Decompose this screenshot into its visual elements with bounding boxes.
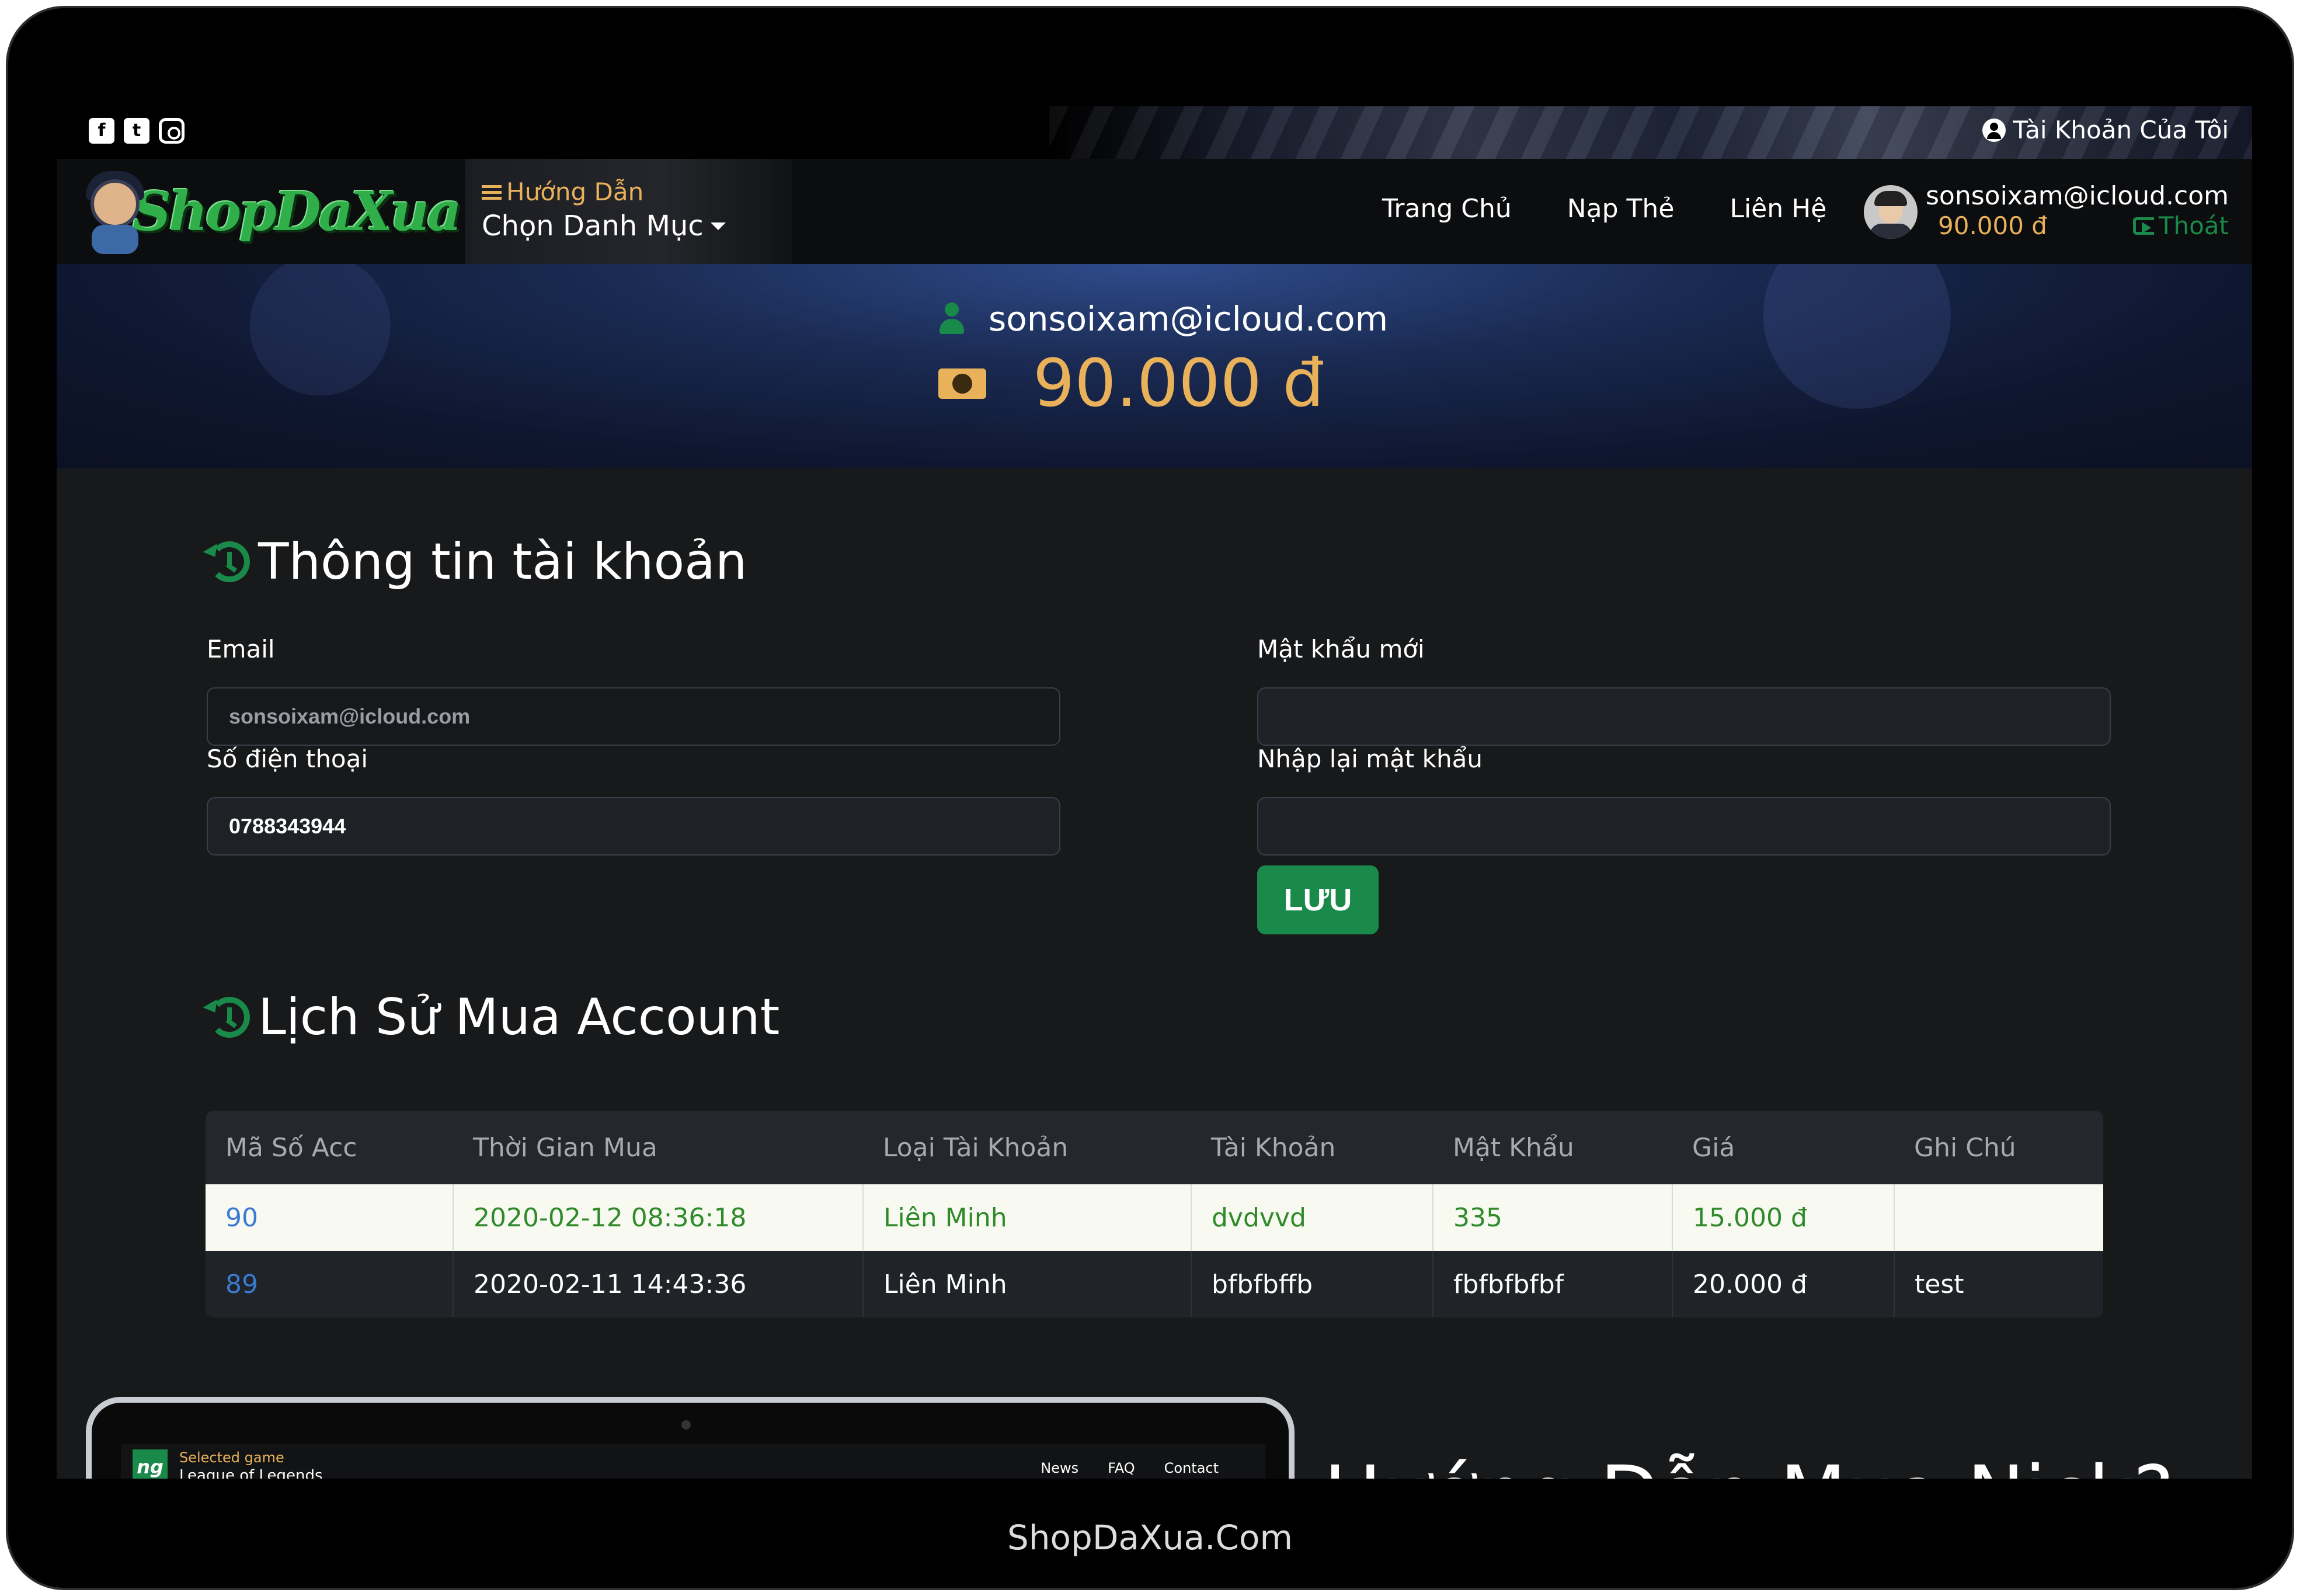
table-cell: dvdvvd — [1191, 1184, 1433, 1251]
column-header: Tài Khoản — [1191, 1111, 1433, 1184]
table-header-row: Mã Số Acc Thời Gian Mua Loại Tài Khoản T… — [206, 1111, 2103, 1184]
device-caption: ShopDaXua.Com — [1007, 1518, 1293, 1557]
preview-nav: News FAQ Contact — [1041, 1460, 1219, 1476]
new-password-label: Mật khẩu mới — [1257, 635, 1425, 663]
my-account-label: Tài Khoản Của Tôi — [2013, 116, 2229, 144]
my-account-link[interactable]: Tài Khoản Của Tôi — [1982, 116, 2229, 144]
purchase-history-title: Lịch Sử Mua Account — [203, 988, 780, 1046]
preview-menu: Selected game — [179, 1449, 284, 1466]
instagram-icon[interactable] — [159, 118, 185, 144]
table-cell: 20.000 đ — [1672, 1251, 1894, 1317]
banner-balance-amount: 90.000 đ — [1033, 346, 1324, 422]
category-dropdown[interactable]: Chọn Danh Mục — [482, 210, 792, 242]
avatar[interactable] — [1864, 185, 1918, 239]
banner-email: sonsoixam@icloud.com — [989, 299, 1389, 339]
header-user-email: sonsoixam@icloud.com — [1926, 181, 2229, 211]
top-bar: f t Tài Khoản Của Tôi — [57, 106, 2252, 159]
camera-dot — [681, 1420, 691, 1430]
site-logo[interactable]: ShopDaXua — [80, 159, 462, 264]
nav-home[interactable]: Trang Chủ — [1382, 194, 1512, 224]
history-icon — [203, 538, 253, 586]
confirm-password-field[interactable] — [1257, 797, 2111, 856]
history-icon — [203, 993, 253, 1041]
preview-screen: ng Selected game League of Legends News … — [121, 1444, 1265, 1479]
table-cell: 335 — [1432, 1184, 1672, 1251]
acc-id-link[interactable]: 90 — [206, 1184, 453, 1251]
table-cell: fbfbfbfbf — [1432, 1251, 1672, 1317]
bars-icon — [482, 184, 502, 200]
preview-nav-item: FAQ — [1108, 1460, 1135, 1476]
purchase-history-table: Mã Số Acc Thời Gian Mua Loại Tài Khoản T… — [206, 1111, 2103, 1317]
table-cell: Liên Minh — [862, 1251, 1191, 1317]
column-header: Giá — [1672, 1111, 1894, 1184]
profile-banner: sonsoixam@icloud.com 90.000 đ — [57, 264, 2252, 468]
table-cell: 2020-02-11 14:43:36 — [453, 1251, 863, 1317]
table-row: 89 2020-02-11 14:43:36 Liên Minh bfbfbff… — [206, 1251, 2103, 1317]
guide-heading: Hướng Dẫn Mua Nick? — [1324, 1449, 2174, 1479]
header-user-balance: 90.000 đ — [1938, 211, 2047, 240]
column-header: Loại Tài Khoản — [863, 1111, 1191, 1184]
category-dropdown-label: Chọn Danh Mục — [482, 210, 704, 242]
banner-user: sonsoixam@icloud.com — [938, 299, 1388, 339]
sign-out-icon — [2132, 217, 2154, 235]
phone-field[interactable] — [207, 797, 1060, 856]
caret-down-icon — [710, 222, 726, 230]
category-menu-box: Hướng Dẫn Chọn Danh Mục — [465, 159, 792, 264]
table-cell: bfbfbffb — [1191, 1251, 1433, 1317]
device-frame: f t Tài Khoản Của Tôi ShopDaXua Hướng Dẫ… — [6, 6, 2294, 1590]
phone-label: Số điện thoại — [207, 745, 368, 773]
confirm-password-label: Nhập lại mật khẩu — [1257, 745, 1483, 773]
tutorial-preview-image: ng Selected game League of Legends News … — [86, 1397, 1295, 1479]
user-circle-icon — [1982, 118, 2006, 142]
money-icon — [938, 368, 986, 399]
purchase-history-title-text: Lịch Sử Mua Account — [258, 988, 780, 1046]
email-field — [207, 687, 1060, 746]
guide-link-label: Hướng Dẫn — [506, 178, 644, 206]
column-header: Thời Gian Mua — [453, 1111, 863, 1184]
column-header: Ghi Chú — [1894, 1111, 2103, 1184]
preview-nav-item: News — [1041, 1460, 1079, 1476]
logout-button[interactable]: Thoát — [2132, 211, 2229, 240]
preview-logo: ng — [133, 1449, 168, 1479]
user-icon — [938, 302, 965, 335]
account-info-title: Thông tin tài khoản — [203, 533, 747, 591]
guide-link[interactable]: Hướng Dẫn — [482, 178, 792, 206]
logout-label: Thoát — [2158, 211, 2229, 240]
preview-nav-item: Contact — [1164, 1460, 1219, 1476]
nav-topup[interactable]: Nạp Thẻ — [1567, 194, 1675, 224]
table-cell — [1894, 1184, 2103, 1251]
facebook-icon[interactable]: f — [89, 118, 114, 144]
account-info-title-text: Thông tin tài khoản — [258, 533, 747, 591]
table-row: 90 2020-02-12 08:36:18 Liên Minh dvdvvd … — [206, 1184, 2103, 1251]
column-header: Mã Số Acc — [206, 1111, 453, 1184]
table-cell: 15.000 đ — [1672, 1184, 1894, 1251]
browser-screen: f t Tài Khoản Của Tôi ShopDaXua Hướng Dẫ… — [57, 106, 2252, 1479]
table-cell: test — [1894, 1251, 2103, 1317]
column-header: Mật Khẩu — [1433, 1111, 1672, 1184]
table-cell: Liên Minh — [862, 1184, 1191, 1251]
logo-text: ShopDaXua — [132, 180, 462, 243]
acc-id-link[interactable]: 89 — [206, 1251, 453, 1317]
preview-subtitle: League of Legends — [179, 1467, 323, 1479]
main-navbar: ShopDaXua Hướng Dẫn Chọn Danh Mục Trang … — [57, 159, 2252, 264]
banner-balance: 90.000 đ — [938, 346, 1324, 422]
table-cell: 2020-02-12 08:36:18 — [453, 1184, 863, 1251]
new-password-field[interactable] — [1257, 687, 2111, 746]
nav-links: Trang Chủ Nạp Thẻ Liên Hệ — [1382, 194, 1826, 224]
logo-mascot-icon — [80, 168, 144, 255]
save-button[interactable]: LƯU — [1257, 865, 1379, 934]
nav-contact[interactable]: Liên Hệ — [1730, 194, 1826, 224]
email-label: Email — [207, 635, 275, 663]
twitter-icon[interactable]: t — [124, 118, 149, 144]
